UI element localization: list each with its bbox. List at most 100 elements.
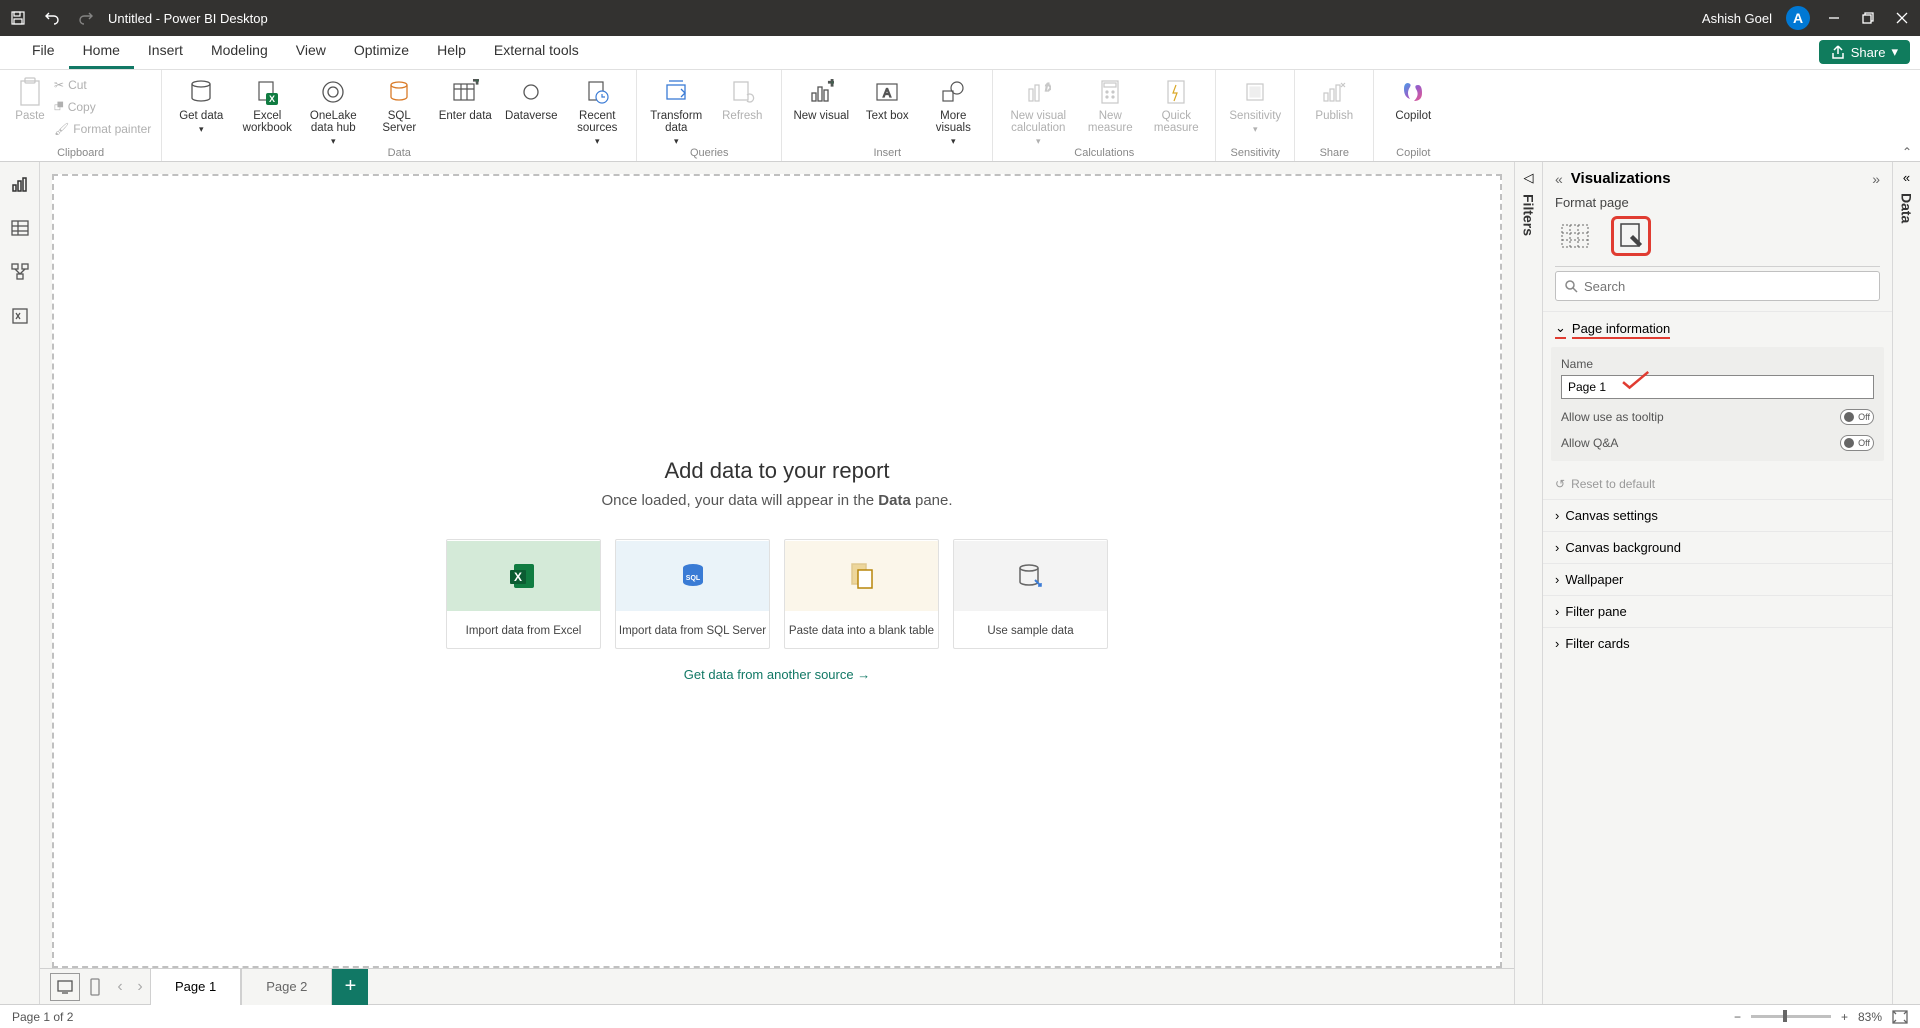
- close-icon[interactable]: [1892, 8, 1912, 28]
- model-view-button[interactable]: [8, 260, 32, 284]
- sample-data-card[interactable]: Use sample data: [953, 539, 1108, 649]
- data-pane-collapsed[interactable]: « Data: [1892, 162, 1920, 1004]
- menu-optimize[interactable]: Optimize: [340, 34, 423, 69]
- menu-insert[interactable]: Insert: [134, 34, 197, 69]
- paste-card-icon: [785, 541, 938, 611]
- sql-server-button[interactable]: SQL Server: [370, 74, 428, 134]
- chevron-right-icon: ›: [1555, 572, 1559, 587]
- menu-view[interactable]: View: [282, 34, 340, 69]
- new-visual-button[interactable]: +New visual: [792, 74, 850, 122]
- filter-pane-section[interactable]: ›Filter pane: [1543, 595, 1892, 627]
- collapse-icon[interactable]: «: [1903, 170, 1910, 185]
- collapse-ribbon-icon[interactable]: ⌃: [1902, 145, 1912, 159]
- queries-group-label: Queries: [690, 147, 729, 161]
- paste-button[interactable]: Paste: [10, 74, 50, 122]
- refresh-button[interactable]: Refresh: [713, 74, 771, 122]
- share-button[interactable]: Share ▾: [1819, 40, 1910, 64]
- avatar[interactable]: A: [1786, 6, 1810, 30]
- build-visual-tab[interactable]: [1555, 216, 1595, 256]
- page-information-section[interactable]: ⌄ Page information: [1543, 311, 1892, 347]
- import-excel-card[interactable]: X Import data from Excel: [446, 539, 601, 649]
- zoom-slider[interactable]: [1751, 1015, 1831, 1018]
- clipboard-group-label: Clipboard: [57, 147, 104, 161]
- copilot-group-label: Copilot: [1396, 147, 1430, 161]
- svg-text:X: X: [269, 94, 275, 104]
- table-view-button[interactable]: [8, 216, 32, 240]
- allow-qa-toggle[interactable]: Off: [1840, 435, 1874, 451]
- paste-data-card[interactable]: Paste data into a blank table: [784, 539, 939, 649]
- new-measure-button[interactable]: New measure: [1081, 74, 1139, 134]
- reset-to-default[interactable]: ↺ Reset to default: [1543, 469, 1892, 499]
- new-visual-calc-button[interactable]: fxNew visual calculation▾: [1003, 74, 1073, 147]
- report-canvas[interactable]: Add data to your report Once loaded, you…: [52, 174, 1502, 968]
- chevron-right-icon: ›: [1555, 604, 1559, 619]
- get-data-button[interactable]: Get data▾: [172, 74, 230, 135]
- recent-sources-button[interactable]: Recent sources▾: [568, 74, 626, 147]
- svg-text:fx: fx: [1045, 82, 1051, 94]
- search-input[interactable]: [1584, 279, 1871, 294]
- copilot-icon: [1397, 76, 1429, 108]
- cut-button[interactable]: ✂Cut: [54, 74, 151, 94]
- publish-button[interactable]: Publish: [1305, 74, 1363, 122]
- transform-data-button[interactable]: Transform data▾: [647, 74, 705, 147]
- zoom-out-button[interactable]: −: [1734, 1010, 1741, 1024]
- more-visuals-button[interactable]: More visuals▾: [924, 74, 982, 147]
- expand-pane-icon[interactable]: »: [1872, 171, 1880, 187]
- canvas-settings-section[interactable]: ›Canvas settings: [1543, 499, 1892, 531]
- prev-page-button[interactable]: ‹: [110, 978, 130, 996]
- desktop-layout-button[interactable]: [50, 973, 80, 1001]
- collapse-pane-icon[interactable]: «: [1555, 171, 1563, 187]
- copy-button[interactable]: ⮻Copy: [54, 96, 151, 116]
- copilot-button[interactable]: Copilot: [1384, 74, 1442, 122]
- another-source-link[interactable]: Get data from another source →: [684, 667, 870, 682]
- maximize-icon[interactable]: [1858, 8, 1878, 28]
- format-page-tab[interactable]: [1611, 216, 1651, 256]
- add-page-button[interactable]: +: [332, 969, 368, 1005]
- window-title: Untitled - Power BI Desktop: [108, 11, 268, 26]
- canvas-background-section[interactable]: ›Canvas background: [1543, 531, 1892, 563]
- format-painter-button[interactable]: 🖌Format painter: [54, 118, 151, 138]
- filter-cards-section[interactable]: ›Filter cards: [1543, 627, 1892, 659]
- menu-external-tools[interactable]: External tools: [480, 34, 593, 69]
- sensitivity-icon: [1239, 76, 1271, 108]
- user-name[interactable]: Ashish Goel: [1702, 11, 1772, 26]
- publish-icon: [1318, 76, 1350, 108]
- enter-data-button[interactable]: +Enter data: [436, 74, 494, 122]
- menu-file[interactable]: File: [18, 34, 69, 69]
- fit-to-page-button[interactable]: [1892, 1010, 1908, 1024]
- excel-workbook-button[interactable]: XExcel workbook: [238, 74, 296, 134]
- calc-icon: fx: [1022, 76, 1054, 108]
- dax-view-button[interactable]: [8, 304, 32, 328]
- wallpaper-section[interactable]: ›Wallpaper: [1543, 563, 1892, 595]
- onelake-button[interactable]: OneLake data hub▾: [304, 74, 362, 147]
- copy-icon: ⮻: [54, 97, 64, 118]
- menu-modeling[interactable]: Modeling: [197, 34, 282, 69]
- allow-tooltip-toggle[interactable]: Off: [1840, 409, 1874, 425]
- expand-left-icon[interactable]: ◁: [1524, 170, 1534, 186]
- page-tab-1[interactable]: Page 1: [150, 969, 241, 1005]
- menu-home[interactable]: Home: [69, 34, 134, 69]
- mobile-layout-button[interactable]: [80, 973, 110, 1001]
- save-icon[interactable]: [8, 8, 28, 28]
- quick-measure-button[interactable]: Quick measure: [1147, 74, 1205, 134]
- page-name-input[interactable]: [1561, 375, 1874, 399]
- sql-card-icon: SQL: [616, 541, 769, 611]
- text-box-button[interactable]: AText box: [858, 74, 916, 122]
- menu-help[interactable]: Help: [423, 34, 480, 69]
- report-view-button[interactable]: [0, 172, 32, 196]
- canvas-title: Add data to your report: [446, 458, 1108, 484]
- zoom-in-button[interactable]: +: [1841, 1010, 1848, 1024]
- minimize-icon[interactable]: [1824, 8, 1844, 28]
- filters-pane-collapsed[interactable]: ◁ Filters: [1514, 162, 1542, 1004]
- format-search[interactable]: [1555, 271, 1880, 301]
- undo-icon[interactable]: [42, 8, 62, 28]
- redo-icon[interactable]: [76, 8, 96, 28]
- import-sql-card[interactable]: SQL Import data from SQL Server: [615, 539, 770, 649]
- next-page-button[interactable]: ›: [130, 978, 150, 996]
- name-field-label: Name: [1561, 357, 1874, 371]
- transform-icon: [660, 76, 692, 108]
- page-tab-2[interactable]: Page 2: [241, 969, 332, 1005]
- dataverse-button[interactable]: Dataverse: [502, 74, 560, 122]
- sensitivity-button[interactable]: Sensitivity▾: [1226, 74, 1284, 135]
- zoom-level[interactable]: 83%: [1858, 1010, 1882, 1024]
